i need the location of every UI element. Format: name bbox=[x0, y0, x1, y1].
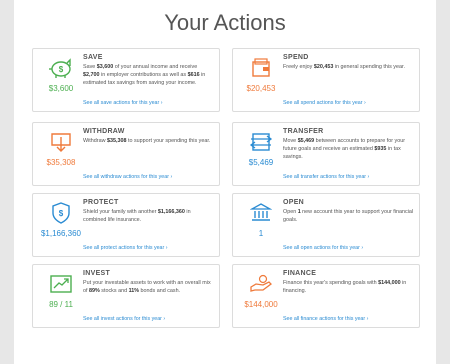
svg-text:$: $ bbox=[59, 209, 64, 218]
save-amount: $3,600 bbox=[48, 84, 74, 93]
highlight-value: 11% bbox=[128, 288, 140, 294]
withdraw-heading: WITHDRAW bbox=[83, 128, 125, 135]
highlight-value: $35,308 bbox=[106, 138, 127, 144]
piggy-bank-icon: $ bbox=[39, 57, 83, 79]
withdraw-icon bbox=[39, 131, 83, 153]
finance-hand-icon bbox=[239, 273, 283, 295]
withdraw-amount: $35,308 bbox=[46, 158, 76, 167]
description-text: new account this year to support your fi… bbox=[283, 209, 414, 223]
withdraw-actions-link[interactable]: See all withdraw actions for this year › bbox=[83, 174, 172, 180]
open-amount: 1 bbox=[258, 229, 264, 238]
open-card: 1 OPEN Open 1 new account this year to s… bbox=[232, 193, 420, 257]
open-heading: OPEN bbox=[283, 199, 305, 206]
description-text: Finance this year's spending goals with bbox=[283, 280, 379, 286]
save-card: $ $3,600 SAVE Save $3,600 of your annual… bbox=[32, 48, 220, 112]
description-text: Freely enjoy bbox=[283, 64, 314, 70]
highlight-value: $20,453 bbox=[313, 64, 334, 70]
invest-description: Put your investable assets to work with … bbox=[83, 279, 215, 295]
chevron-right-icon: › bbox=[359, 245, 364, 251]
bank-icon bbox=[239, 202, 283, 224]
chevron-right-icon: › bbox=[366, 174, 370, 180]
invest-amount: 89 / 11 bbox=[49, 300, 73, 309]
invest-heading: INVEST bbox=[83, 270, 111, 277]
open-actions-link[interactable]: See all open actions for this year › bbox=[283, 245, 363, 251]
finance-actions-link[interactable]: See all finance actions for this year › bbox=[283, 316, 368, 322]
transfer-amount: $5,469 bbox=[248, 158, 274, 167]
description-text: of your annual income and receive bbox=[113, 64, 198, 70]
finance-description: Finance this year's spending goals with … bbox=[283, 279, 415, 295]
protect-heading: PROTECT bbox=[83, 199, 119, 206]
transfer-heading: TRANSFER bbox=[283, 128, 324, 135]
description-text: Save bbox=[83, 64, 97, 70]
wallet-icon bbox=[239, 57, 283, 79]
save-description: Save $3,600 of your annual income and re… bbox=[83, 63, 215, 87]
description-text: Withdraw bbox=[83, 138, 107, 144]
finance-amount: $144,000 bbox=[244, 300, 278, 309]
description-text: stocks and bbox=[99, 288, 129, 294]
spend-description: Freely enjoy $20,453 in general spending… bbox=[283, 63, 415, 71]
chevron-right-icon: › bbox=[365, 316, 369, 322]
invest-actions-link[interactable]: See all invest actions for this year › bbox=[83, 316, 165, 322]
finance-heading: FINANCE bbox=[283, 270, 317, 277]
protect-actions-link[interactable]: See all protect actions for this year › bbox=[83, 245, 168, 251]
highlight-value: $2,700 bbox=[83, 72, 100, 78]
spend-amount: $20,453 bbox=[246, 84, 276, 93]
spend-heading: SPEND bbox=[283, 54, 309, 61]
highlight-value: $144,000 bbox=[378, 280, 401, 286]
chevron-right-icon: › bbox=[159, 100, 163, 106]
highlight-value: $616 bbox=[187, 72, 200, 78]
chevron-right-icon: › bbox=[164, 245, 168, 251]
page-title: Your Actions bbox=[164, 10, 286, 35]
svg-text:$: $ bbox=[59, 65, 64, 74]
open-description: Open 1 new account this year to support … bbox=[283, 208, 415, 224]
transfer-icon bbox=[239, 131, 283, 153]
highlight-value: 89% bbox=[89, 288, 100, 294]
chevron-right-icon: › bbox=[168, 174, 173, 180]
description-text: Move bbox=[283, 138, 298, 144]
finance-card: $144,000 FINANCE Finance this year's spe… bbox=[232, 264, 420, 328]
description-text: in employer contributions as well as bbox=[99, 72, 188, 78]
highlight-value: $1,166,360 bbox=[157, 209, 185, 215]
invest-card: 89 / 11 INVEST Put your investable asset… bbox=[32, 264, 220, 328]
save-actions-link[interactable]: See all save actions for this year › bbox=[83, 100, 163, 106]
growth-chart-icon bbox=[39, 273, 83, 295]
spend-card: $20,453 SPEND Freely enjoy $20,453 in ge… bbox=[232, 48, 420, 112]
chevron-right-icon: › bbox=[362, 100, 366, 106]
shield-icon: $ bbox=[39, 202, 83, 224]
description-text: Shield your family with another bbox=[83, 209, 158, 215]
save-heading: SAVE bbox=[83, 54, 103, 61]
description-text: in general spending this year. bbox=[333, 64, 405, 70]
withdraw-card: $35,308 WITHDRAW Withdraw $35,308 to sup… bbox=[32, 122, 220, 186]
description-text: bonds and cash. bbox=[139, 288, 181, 294]
transfer-actions-link[interactable]: See all transfer actions for this year › bbox=[283, 174, 369, 180]
chevron-right-icon: › bbox=[161, 316, 166, 322]
transfer-description: Move $5,469 between accounts to prepare … bbox=[283, 137, 415, 161]
protect-card: $ $1,166,360 PROTECT Shield your family … bbox=[32, 193, 220, 257]
highlight-value: $935 bbox=[374, 146, 387, 152]
protect-amount: $1,166,360 bbox=[40, 229, 82, 238]
protect-description: Shield your family with another $1,166,3… bbox=[83, 208, 215, 224]
actions-page: Your Actions $ $3,600 SAVE Save $3,600 o… bbox=[14, 0, 436, 364]
highlight-value: $5,469 bbox=[297, 138, 315, 144]
description-text: Open bbox=[283, 209, 298, 215]
description-text: to support your spending this year. bbox=[126, 138, 211, 144]
transfer-card: $5,469 TRANSFER Move $5,469 between acco… bbox=[232, 122, 420, 186]
highlight-value: $3,600 bbox=[96, 64, 114, 70]
spend-actions-link[interactable]: See all spend actions for this year › bbox=[283, 100, 366, 106]
withdraw-description: Withdraw $35,308 to support your spendin… bbox=[83, 137, 215, 145]
